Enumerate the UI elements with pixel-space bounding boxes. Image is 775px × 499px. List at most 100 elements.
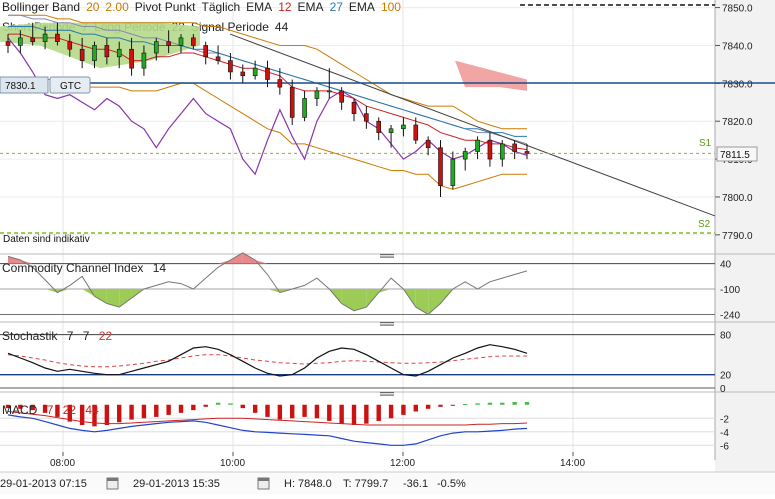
footer-change: -36.1	[403, 478, 428, 490]
legend-row1-item-6: 12	[278, 0, 292, 14]
current-price-marker: 7811.5	[716, 146, 758, 162]
candle-body	[166, 41, 171, 46]
candle-body	[5, 41, 11, 46]
stoch-tick-label: 0	[720, 384, 726, 395]
stoch-title-p1: 7	[67, 329, 74, 343]
macd-histogram-bar	[463, 404, 468, 406]
candle-body	[153, 41, 159, 54]
candle-body	[141, 52, 147, 69]
macd-tick-label: -2	[720, 414, 729, 425]
calendar-icon-end-bar[interactable]	[258, 478, 269, 481]
candle-body	[401, 124, 406, 130]
macd-grip-bar[interactable]	[380, 394, 394, 396]
macd-tick-label: -4	[720, 428, 729, 439]
pivot-s1-label: S1	[699, 138, 712, 149]
macd-histogram-bar	[388, 404, 394, 419]
footer-low: T: 7799.7	[343, 478, 388, 490]
legend-row1-item-4: Täglich	[201, 0, 240, 14]
candle-body	[228, 60, 233, 73]
order-type-label[interactable]: GTC	[60, 81, 81, 92]
time-axis: 08:00 10:00 12:00 14:00	[50, 452, 585, 469]
current-price-label: 7811.5	[720, 150, 750, 161]
macd-histogram-bar	[425, 404, 431, 409]
candle-body	[339, 90, 344, 103]
candle-body	[215, 56, 221, 61]
price-tick-label: 7840.0	[722, 41, 753, 52]
cci-oversold-fill	[94, 289, 107, 304]
macd-histogram-bar	[265, 404, 270, 417]
stoch-grip-bar[interactable]	[380, 322, 394, 324]
macd-title: MACD 7 22 44	[2, 403, 99, 417]
time-tick-label: 14:00	[560, 458, 585, 469]
candle-body	[30, 37, 36, 42]
footer-start-time: 29-01-2013 07:15	[0, 478, 87, 490]
candle-body	[512, 143, 517, 152]
candle-body	[67, 41, 73, 50]
macd-tick-label: -6	[720, 441, 729, 452]
macd-histogram-bar	[104, 404, 110, 425]
cci-tick-label: -100	[720, 285, 740, 296]
candle-body	[265, 67, 270, 80]
candle-body	[129, 48, 134, 69]
stoch-grip-bar[interactable]	[380, 324, 394, 326]
order-price-label[interactable]: 7830.1	[5, 81, 36, 92]
candle-body	[524, 151, 530, 154]
macd-histogram-bar	[141, 404, 147, 419]
order-bar[interactable]: 7830.1 GTC	[0, 76, 91, 94]
legend-row1-item-5: EMA	[246, 0, 272, 14]
macd-histogram-bar	[277, 404, 283, 420]
price-tick-label: 7830.0	[722, 79, 753, 90]
legend-row1-item-8: 27	[330, 0, 344, 14]
stoch-resize-grip[interactable]	[380, 322, 394, 326]
candle-body	[376, 120, 382, 133]
macd-histogram-bar	[228, 403, 233, 405]
footer: 29-01-2013 07:15 29-01-2013 15:35 H: 784…	[0, 471, 775, 494]
candle-body	[42, 33, 48, 42]
cci-resize-grip[interactable]	[380, 254, 394, 258]
price-tick-label: 7800.0	[722, 193, 753, 204]
macd-histogram-bar	[215, 402, 221, 405]
stoch-title: Stochastik 7 7 22	[2, 329, 112, 343]
candle-body	[289, 86, 295, 118]
cci-title-param: 14	[153, 261, 167, 275]
macd-histogram-bar	[178, 404, 184, 413]
macd-histogram-bar	[327, 404, 332, 421]
macd-panel: -2 -4 -6	[0, 402, 729, 452]
legend-row1-item-0: Bollinger Band	[2, 0, 80, 14]
macd-histogram-bar	[475, 403, 480, 405]
macd-histogram-bar	[302, 404, 307, 417]
cloud-red-area	[455, 60, 527, 91]
price-tick-label: 7820.0	[722, 117, 753, 128]
calendar-icon-start-bar[interactable]	[107, 478, 118, 481]
bollinger-lower-line	[8, 79, 527, 190]
legend-row1-item-3: Pivot Punkt	[135, 0, 196, 14]
cci-grip-bar[interactable]	[380, 254, 394, 256]
macd-histogram-bar	[203, 404, 208, 407]
pivot-s2-label: S2	[698, 219, 711, 230]
calendar-icon-end[interactable]	[257, 477, 270, 490]
candle-body	[364, 113, 369, 122]
grid-lines: 7790.07800.07810.07820.07830.07840.07850…	[0, 0, 775, 460]
candle-body	[252, 67, 258, 77]
time-tick-label: 08:00	[50, 458, 75, 469]
candle-body	[191, 37, 196, 46]
calendar-icon-start[interactable]	[106, 477, 119, 490]
macd-histogram-bar	[401, 404, 406, 415]
footer-high: H: 7848.0	[284, 478, 332, 490]
stoch-title-p3: 22	[99, 329, 113, 343]
main-legend-row1: Bollinger Band 20 2.00 Pivot Punkt Täglich EM…	[2, 0, 401, 14]
macd-grip-bar[interactable]	[380, 392, 394, 394]
candle-body	[425, 139, 431, 149]
stoch-tick-label: 80	[720, 331, 732, 342]
candle-body	[116, 48, 122, 58]
candle-body	[55, 33, 60, 42]
candle-body	[178, 37, 184, 46]
cci-tick-label: 40	[720, 260, 732, 271]
legend-row2-item-4: Signal Periode	[191, 20, 269, 34]
candle-body	[413, 124, 419, 141]
legend-row2-item-5: 44	[275, 20, 289, 34]
macd-resize-grip[interactable]	[380, 392, 394, 396]
candle-body	[203, 45, 209, 58]
cci-grip-bar[interactable]	[380, 256, 394, 258]
candle-body	[240, 71, 246, 77]
